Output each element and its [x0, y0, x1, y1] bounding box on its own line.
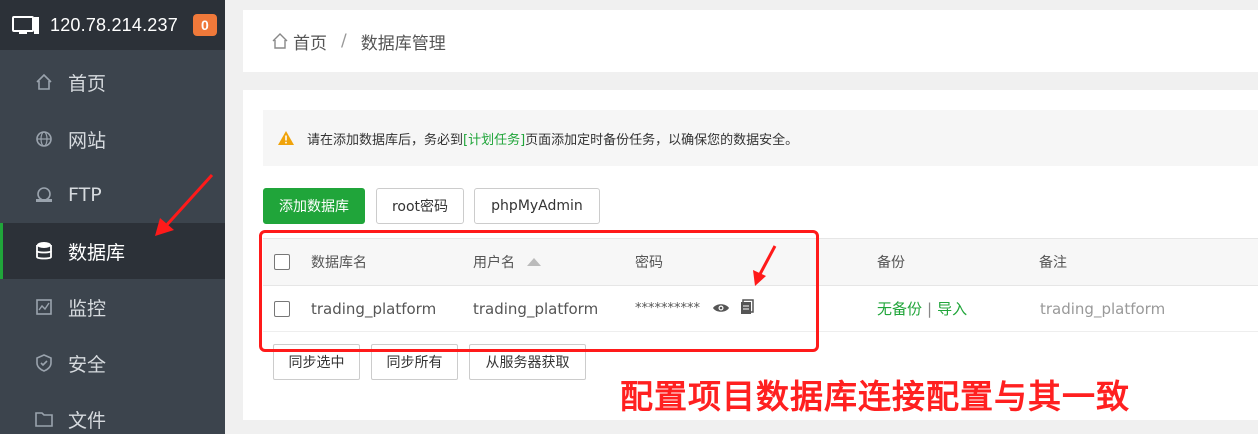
root-password-button[interactable]: root密码 — [376, 188, 464, 224]
sort-up-icon[interactable] — [527, 254, 541, 270]
db-password: ********** — [635, 286, 754, 331]
fetch-from-server-button[interactable]: 从服务器获取 — [469, 344, 586, 380]
sidebar-item-label: 首页 — [68, 72, 107, 95]
backup-cell: 无备份 | 导入 — [877, 286, 967, 331]
breadcrumb-home[interactable]: 首页 — [293, 29, 327, 54]
sync-all-button[interactable]: 同步所有 — [371, 344, 458, 380]
phpmyadmin-button[interactable]: phpMyAdmin — [474, 188, 600, 224]
sidebar-item-label: 安全 — [68, 353, 107, 376]
sidebar-item-monitor[interactable]: 监控 — [0, 279, 225, 335]
row-checkbox[interactable] — [274, 300, 290, 317]
db-note[interactable]: trading_platform — [1040, 286, 1165, 331]
import-link[interactable]: 导入 — [937, 298, 967, 319]
chart-icon — [34, 297, 54, 317]
globe-icon — [34, 129, 54, 149]
add-database-button[interactable]: 添加数据库 — [263, 188, 365, 224]
breadcrumb-current: 数据库管理 — [360, 33, 446, 54]
shield-icon — [34, 353, 54, 373]
db-user: trading_platform — [473, 299, 599, 318]
server-header[interactable]: 120.78.214.237 0 — [0, 0, 225, 50]
column-header-backup: 备份 — [877, 255, 905, 271]
sidebar-item-label: 文件 — [68, 409, 107, 432]
warning-icon — [277, 130, 295, 146]
alert-prefix: 请在添加数据库后，务必到 — [307, 132, 464, 148]
column-header-note: 备注 — [1039, 255, 1067, 271]
home-icon[interactable] — [271, 32, 289, 50]
eye-icon[interactable] — [712, 300, 730, 318]
server-ip: 120.78.214.237 — [50, 14, 178, 35]
monitor-icon — [12, 15, 40, 35]
database-icon — [34, 241, 54, 261]
alert-suffix: 页面添加定时备份任务，以确保您的数据安全。 — [525, 132, 799, 148]
db-name: trading_platform — [311, 299, 437, 318]
sidebar-item-label: FTP — [68, 184, 102, 206]
sidebar-item-label: 网站 — [68, 129, 107, 152]
column-header-label: 用户名 — [473, 255, 515, 271]
column-header-password: 密码 — [635, 255, 663, 271]
home-icon — [34, 72, 54, 92]
sidebar-item-website[interactable]: 网站 — [0, 111, 225, 167]
breadcrumb: 首页 / 数据库管理 — [243, 10, 1258, 72]
annotation-arrow-sidebar — [155, 173, 214, 236]
column-header-username[interactable]: 用户名 — [473, 239, 541, 285]
backup-status-link[interactable]: 无备份 — [877, 298, 922, 319]
backup-warning: 请在添加数据库后，务必到 [计划任务] 页面添加定时备份任务，以确保您的数据安全… — [263, 110, 1258, 166]
sidebar-item-home[interactable]: 首页 — [0, 54, 225, 110]
notification-badge[interactable]: 0 — [192, 14, 217, 36]
select-all-checkbox[interactable] — [274, 254, 290, 270]
table-row: trading_platform trading_platform ******… — [263, 286, 1258, 332]
copy-icon[interactable] — [740, 298, 754, 319]
sync-selected-button[interactable]: 同步选中 — [273, 344, 360, 380]
ftp-icon — [34, 185, 54, 205]
annotation-arrow-password — [753, 245, 777, 286]
password-mask: ********** — [635, 301, 700, 316]
cron-task-link[interactable]: [计划任务] — [463, 129, 525, 148]
breadcrumb-separator: / — [341, 31, 347, 51]
sidebar-item-label: 监控 — [68, 297, 107, 320]
backup-separator: | — [927, 299, 933, 318]
sidebar-item-label: 数据库 — [68, 241, 126, 264]
annotation-text: 配置项目数据库连接配置与其一致 — [620, 377, 1130, 416]
sidebar-item-files[interactable]: 文件 — [0, 391, 225, 434]
sidebar-item-security[interactable]: 安全 — [0, 335, 225, 391]
folder-icon — [34, 409, 54, 429]
column-header-dbname[interactable]: 数据库名 — [311, 239, 367, 285]
